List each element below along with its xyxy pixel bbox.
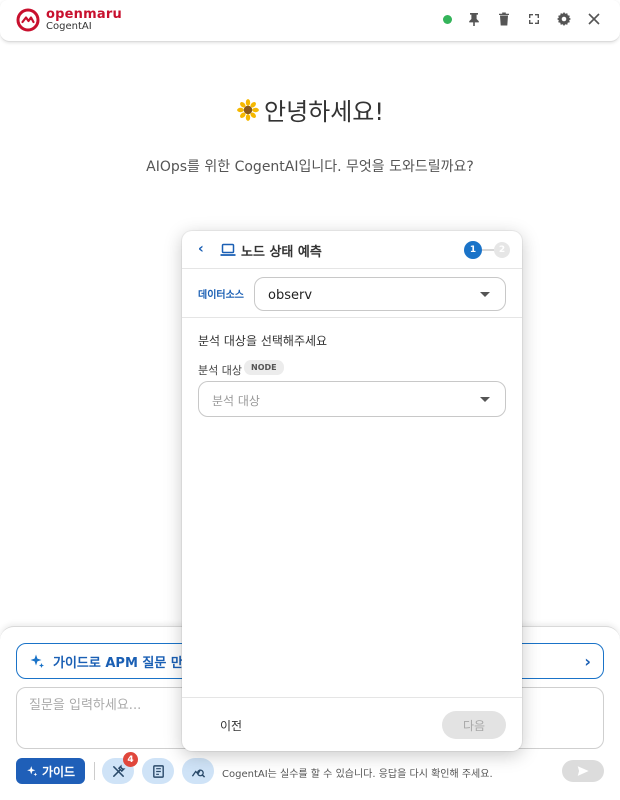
step-connector [482, 249, 494, 251]
sparkle-icon [30, 654, 44, 668]
book-icon [152, 764, 164, 778]
guide-button[interactable]: 가이드 [16, 758, 85, 784]
datasource-select[interactable]: observ [254, 277, 506, 311]
step-1: 1 [464, 241, 482, 259]
dialog-title: 노드 상태 예측 [241, 245, 322, 260]
analytics-button[interactable] [182, 758, 214, 784]
greeting-title: 안녕하세요! [263, 98, 385, 126]
node-prediction-dialog: ‹ 노드 상태 예측 1 2 데이터소스 observ 분석 대상을 선택해주세… [182, 231, 522, 751]
dialog-header: ‹ 노드 상태 예측 1 2 [182, 231, 522, 269]
tools-count-badge: 4 [123, 752, 138, 767]
fullscreen-icon[interactable] [526, 11, 542, 27]
send-icon [577, 766, 589, 776]
target-placeholder: 분석 대상 [212, 394, 260, 408]
openmaru-logo-icon [16, 8, 40, 32]
datasource-row: 데이터소스 observ [182, 269, 522, 318]
guide-button-label: 가이드 [41, 764, 76, 779]
product-name: CogentAI [46, 21, 92, 32]
library-button[interactable] [142, 758, 174, 784]
search-chart-icon [191, 768, 205, 778]
prev-button[interactable]: 이전 [220, 717, 242, 734]
connection-status-dot [443, 14, 452, 24]
laptop-icon [220, 243, 236, 256]
back-icon[interactable]: ‹ [198, 241, 204, 257]
logo: openmaru CogentAI [16, 8, 122, 32]
target-label: 분석 대상 [198, 364, 242, 377]
sunflower-icon [237, 98, 259, 121]
greeting-subtitle: AIOps를 위한 CogentAI입니다. 무엇을 도와드릴까요? [146, 159, 474, 175]
close-icon[interactable] [586, 11, 602, 27]
dialog-footer: 이전 다음 [182, 697, 522, 751]
brand-name: openmaru [46, 7, 122, 22]
datasource-value: observ [268, 288, 313, 303]
app-header: openmaru CogentAI [0, 0, 620, 42]
caret-down-icon [480, 292, 490, 297]
datasource-label: 데이터소스 [198, 290, 244, 301]
section-title: 분석 대상을 선택해주세요 [198, 334, 328, 348]
gear-icon[interactable] [556, 11, 572, 27]
composer-toolbar: 가이드 4 CogentAI는 실수를 할 수 있습니다. 응답을 다시 확인해… [16, 752, 604, 784]
pin-icon[interactable] [466, 11, 482, 27]
send-button[interactable] [562, 760, 604, 782]
toolbar-divider [94, 762, 95, 780]
step-indicator: 1 2 [464, 241, 510, 259]
chevron-right-icon: › [584, 652, 591, 671]
step-2: 2 [494, 242, 510, 258]
target-select[interactable]: 분석 대상 [198, 381, 506, 417]
caret-down-icon [480, 397, 490, 402]
tools-icon [112, 764, 125, 777]
disclaimer-text: CogentAI는 실수를 할 수 있습니다. 응답을 다시 확인해 주세요. [222, 769, 493, 780]
next-button[interactable]: 다음 [442, 711, 506, 739]
trash-icon[interactable] [496, 11, 512, 27]
node-tag: NODE [244, 360, 284, 375]
greeting: 안녕하세요! [0, 92, 620, 127]
sparkle-icon [27, 766, 38, 777]
guide-banner-label: 가이드로 APM 질문 만들 [53, 655, 195, 671]
tools-button[interactable]: 4 [102, 752, 138, 784]
